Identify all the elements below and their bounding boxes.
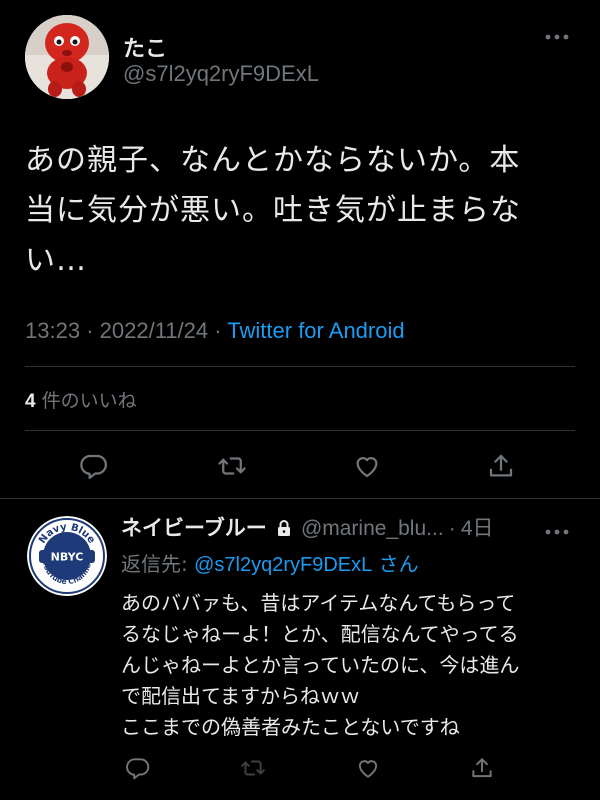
likes-label: 件のいいね xyxy=(41,390,137,412)
avatar-center-text: NBYC xyxy=(51,551,84,564)
reply-author-name[interactable]: ネイビーブルー xyxy=(121,516,267,540)
reply-text: あのババァも、昔はアイテムなんてもらって るなじゃねーよ！とか、配信なんてやって… xyxy=(121,591,520,739)
replying-to-handle[interactable]: @s7l2yq2ryF9DExL xyxy=(194,554,372,576)
reply-separator: · xyxy=(448,517,456,540)
share-icon[interactable] xyxy=(462,748,502,788)
share-icon[interactable] xyxy=(481,446,521,486)
lock-icon xyxy=(276,519,292,541)
more-icon[interactable] xyxy=(544,27,570,47)
author-name[interactable]: たこ xyxy=(123,31,167,63)
reply-avatar[interactable]: Navy Blue YouTube Channel NBYC xyxy=(27,516,107,596)
reply-author-handle[interactable]: @marine_blu... xyxy=(301,517,444,540)
reply-icon[interactable] xyxy=(74,446,114,486)
tweet-date: 2022/11/24 xyxy=(99,318,209,343)
replying-suffix: さん xyxy=(372,552,419,576)
author-handle[interactable]: @s7l2yq2ryF9DExL xyxy=(123,61,319,87)
replying-to: 返信先: @s7l2yq2ryF9DExL さん xyxy=(121,548,419,577)
likes-summary[interactable]: 4 件のいいね xyxy=(25,386,137,413)
tweet-text: あの親子、なんとかならないか。本 当に気分が悪い。吐き気が止まらな い… xyxy=(25,143,521,278)
reply-actions xyxy=(0,748,600,788)
divider xyxy=(25,430,575,431)
like-icon[interactable] xyxy=(348,748,388,788)
like-icon[interactable] xyxy=(347,446,387,486)
divider xyxy=(25,366,575,367)
retweet-icon[interactable] xyxy=(212,446,252,486)
tweet-time: 13:23 xyxy=(25,318,81,343)
more-icon[interactable] xyxy=(544,522,570,542)
divider xyxy=(0,498,600,499)
replying-label: 返信先: xyxy=(121,552,195,576)
meta-separator: · xyxy=(86,318,100,343)
reply-header: ネイビーブルー @marine_blu... · 4日 xyxy=(121,512,580,546)
reply-age: 4日 xyxy=(460,517,494,540)
tweet-actions xyxy=(0,440,600,492)
retweet-icon xyxy=(233,748,273,788)
reply-icon[interactable] xyxy=(118,748,158,788)
tweet-header: たこ @s7l2yq2ryF9DExL xyxy=(25,15,580,101)
tweet-source[interactable]: Twitter for Android xyxy=(227,318,404,343)
tweet-meta: 13:23 · 2022/11/24 · Twitter for Android xyxy=(25,318,405,344)
meta-separator: · xyxy=(214,318,228,343)
author-avatar[interactable] xyxy=(25,15,109,99)
likes-count: 4 xyxy=(25,391,36,412)
